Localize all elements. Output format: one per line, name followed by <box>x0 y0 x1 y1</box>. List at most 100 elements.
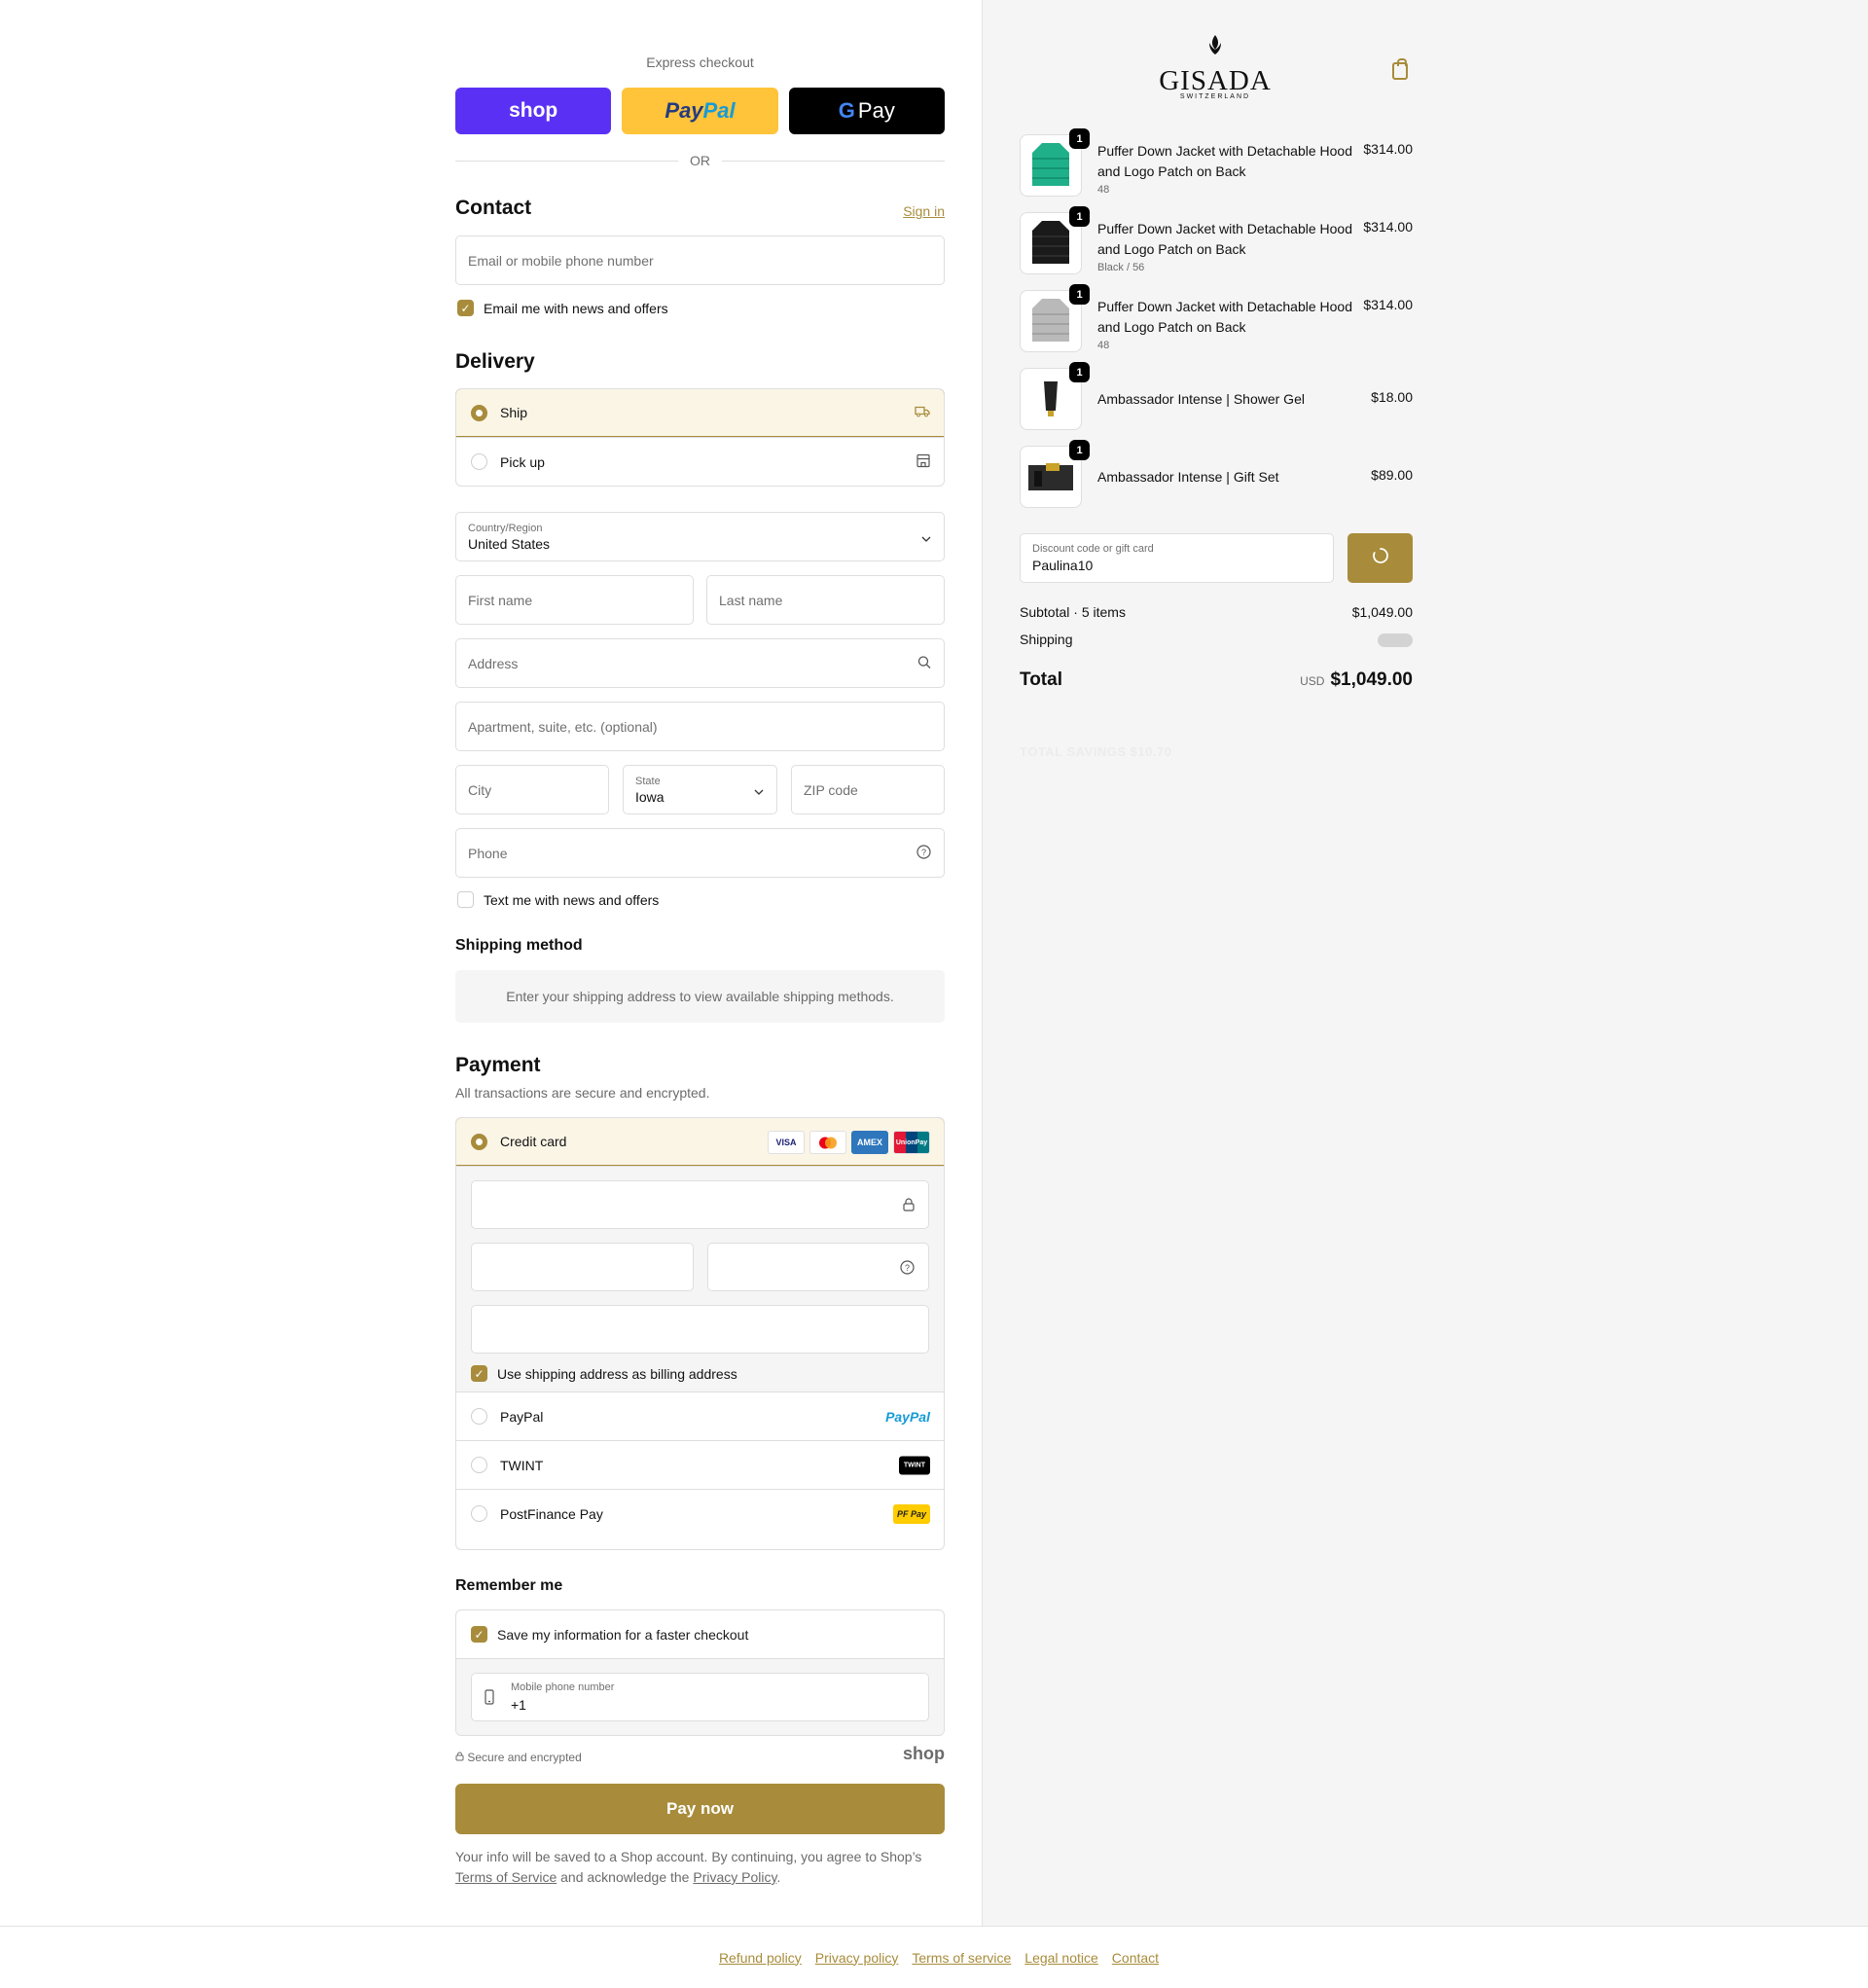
phone-field[interactable]: Phone ? <box>455 828 945 878</box>
item-variant: 48 <box>1097 184 1110 196</box>
delivery-options: Ship Pick up <box>455 388 945 487</box>
payment-option-credit-card[interactable]: Credit card VISA AMEX UnionPay <box>456 1118 944 1166</box>
currency-code: USD <box>1300 674 1325 688</box>
payment-option-postfinance[interactable]: PostFinance Pay PF Pay <box>456 1489 944 1537</box>
credit-card-label: Credit card <box>500 1134 567 1149</box>
paypal-logo: PayPal <box>885 1408 930 1425</box>
paypal-radio[interactable] <box>471 1408 487 1425</box>
privacy-link[interactable]: Privacy Policy <box>693 1869 776 1885</box>
credit-card-radio[interactable] <box>471 1133 487 1150</box>
quantity-badge: 1 <box>1069 440 1090 460</box>
pay-now-button[interactable]: Pay now <box>455 1784 945 1834</box>
item-name: Puffer Down Jacket with Detachable Hood … <box>1097 221 1352 257</box>
expiration-field[interactable] <box>471 1243 694 1291</box>
legal-text-1: Your info will be saved to a Shop accoun… <box>455 1849 922 1864</box>
apply-discount-button[interactable] <box>1347 533 1413 583</box>
text-news-checkbox-row[interactable]: Text me with news and offers <box>457 891 659 908</box>
brand-logo[interactable]: GISADA SWITZERLAND <box>1156 33 1275 100</box>
quantity-badge: 1 <box>1069 128 1090 149</box>
shop-wordmark: shop <box>903 1744 945 1763</box>
shop-pay-button[interactable]: shop <box>455 88 612 134</box>
payment-option-paypal[interactable]: PayPal PayPal <box>456 1392 944 1440</box>
payment-option-twint[interactable]: TWINT TWINT <box>456 1440 944 1489</box>
paypal-option-label: PayPal <box>500 1408 544 1425</box>
chevron-down-icon <box>754 782 764 798</box>
save-info-checkbox[interactable]: ✓ <box>471 1626 487 1643</box>
discount-code-field[interactable]: Discount code or gift card Paulina10 <box>1020 533 1334 583</box>
lock-icon <box>455 1751 464 1764</box>
billing-checkbox-row[interactable]: ✓ Use shipping address as billing addres… <box>471 1365 929 1382</box>
shipping-method-info-text: Enter your shipping address to view avai… <box>506 989 894 1004</box>
paypal-label-b: Pal <box>702 98 736 123</box>
total-value: $1,049.00 <box>1330 669 1413 690</box>
or-label: OR <box>690 153 710 168</box>
help-icon[interactable]: ? <box>900 1260 915 1280</box>
total-amount: USD $1,049.00 <box>1300 669 1413 691</box>
discount-value: Paulina10 <box>1032 558 1094 573</box>
terms-of-service-link[interactable]: Terms of service <box>912 1950 1011 1966</box>
chevron-down-icon <box>921 529 931 545</box>
email-field[interactable]: Email or mobile phone number <box>455 235 945 285</box>
billing-label: Use shipping address as billing address <box>497 1365 737 1382</box>
legal-text: Your info will be saved to a Shop accoun… <box>455 1847 945 1888</box>
city-field[interactable]: City <box>455 765 609 814</box>
state-value: Iowa <box>635 789 665 805</box>
amex-logo: AMEX <box>851 1131 888 1154</box>
pickup-radio[interactable] <box>471 453 487 470</box>
item-variant: 48 <box>1097 340 1110 351</box>
paypal-label-a: Pay <box>665 98 703 123</box>
paypal-button[interactable]: Pay Pal <box>622 88 778 134</box>
zip-field[interactable]: ZIP code <box>791 765 945 814</box>
card-number-field[interactable] <box>471 1180 929 1229</box>
phone-placeholder: Phone <box>468 845 508 861</box>
billing-checkbox[interactable]: ✓ <box>471 1365 487 1382</box>
cart-item: 1 Puffer Down Jacket with Detachable Hoo… <box>1020 284 1413 352</box>
or-divider: OR <box>455 151 945 170</box>
first-name-field[interactable]: First name <box>455 575 694 625</box>
pay-now-label: Pay now <box>666 1799 734 1818</box>
delivery-option-pickup[interactable]: Pick up <box>456 437 944 486</box>
postfinance-radio[interactable] <box>471 1505 487 1522</box>
google-pay-button[interactable]: G Pay <box>788 88 945 134</box>
country-value: United States <box>468 536 551 552</box>
store-icon <box>916 453 930 470</box>
last-name-field[interactable]: Last name <box>706 575 945 625</box>
name-on-card-field[interactable] <box>471 1305 929 1354</box>
sign-in-link[interactable]: Sign in <box>903 203 945 219</box>
legal-text-3: . <box>776 1869 781 1885</box>
mobile-phone-label: Mobile phone number <box>511 1681 615 1693</box>
help-icon[interactable]: ? <box>916 844 931 862</box>
quantity-badge: 1 <box>1069 284 1090 305</box>
email-news-checkbox-row[interactable]: ✓ Email me with news and offers <box>457 300 668 316</box>
twint-radio[interactable] <box>471 1457 487 1473</box>
ship-radio[interactable] <box>471 404 487 421</box>
total-row: Total USD $1,049.00 <box>1020 669 1413 691</box>
cart-item: 1 Ambassador Intense | Shower Gel $18.00 <box>1020 362 1413 430</box>
mastercard-logo <box>809 1131 846 1154</box>
item-name: Ambassador Intense | Gift Set <box>1097 469 1279 485</box>
shopping-bag-icon[interactable] <box>1392 58 1408 80</box>
apartment-field[interactable]: Apartment, suite, etc. (optional) <box>455 702 945 751</box>
remember-me-box: ✓ Save my information for a faster check… <box>455 1609 945 1736</box>
text-news-checkbox[interactable] <box>457 891 474 908</box>
subtotal-value: $1,049.00 <box>1351 604 1413 620</box>
payment-subtitle: All transactions are secure and encrypte… <box>455 1085 710 1101</box>
total-label: Total <box>1020 669 1062 690</box>
delivery-option-ship[interactable]: Ship <box>456 389 944 437</box>
privacy-policy-link[interactable]: Privacy policy <box>815 1950 899 1966</box>
refund-policy-link[interactable]: Refund policy <box>719 1950 802 1966</box>
terms-link[interactable]: Terms of Service <box>455 1869 557 1885</box>
security-code-field[interactable]: ? <box>706 1243 929 1291</box>
contact-link[interactable]: Contact <box>1112 1950 1159 1966</box>
save-info-row[interactable]: ✓ Save my information for a faster check… <box>456 1610 944 1659</box>
svg-text:?: ? <box>905 1263 910 1273</box>
express-buttons: shop Pay Pal G Pay <box>455 88 945 134</box>
state-select[interactable]: State Iowa <box>623 765 777 814</box>
country-select[interactable]: Country/Region United States <box>455 512 945 561</box>
mobile-phone-field[interactable]: Mobile phone number +1 <box>471 1673 929 1721</box>
email-news-checkbox[interactable]: ✓ <box>457 300 474 316</box>
address-field[interactable]: Address <box>455 638 945 688</box>
address-placeholder: Address <box>468 655 519 671</box>
subtotal-row: Subtotal · 5 items $1,049.00 <box>1020 604 1413 620</box>
legal-notice-link[interactable]: Legal notice <box>1024 1950 1098 1966</box>
